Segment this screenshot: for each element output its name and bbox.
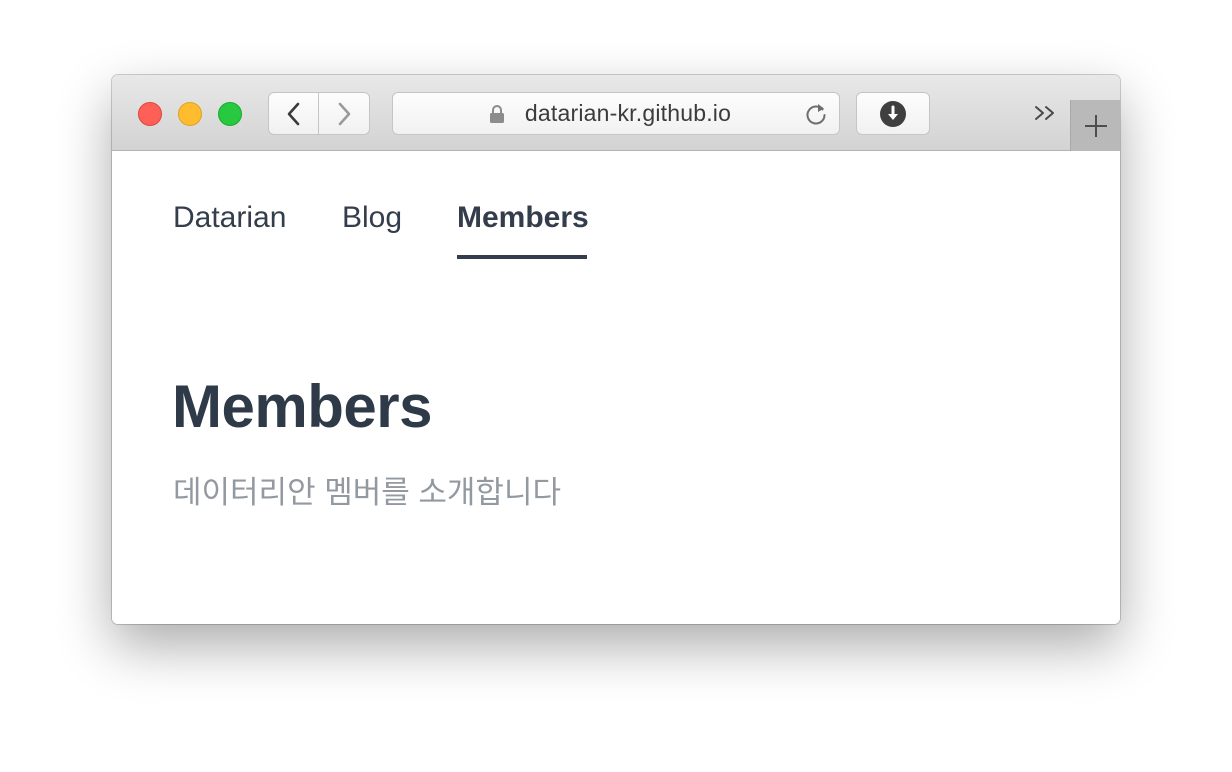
close-window-button[interactable] <box>138 102 162 126</box>
new-tab-button[interactable] <box>1070 100 1120 151</box>
address-bar[interactable]: datarian-kr.github.io <box>392 92 840 135</box>
maximize-window-button[interactable] <box>218 102 242 126</box>
chevron-right-icon <box>338 102 351 125</box>
nav-link-members[interactable]: Members <box>457 203 589 233</box>
chevron-left-icon <box>287 102 299 125</box>
browser-toolbar: datarian-kr.github.io <box>112 75 1120 151</box>
nav-link-datarian[interactable]: Datarian <box>173 203 286 233</box>
plus-icon <box>1084 114 1107 137</box>
chevron-double-right-icon[interactable] <box>1033 103 1059 123</box>
lock-icon <box>490 105 504 123</box>
nav-link-blog[interactable]: Blog <box>342 203 402 233</box>
forward-button[interactable] <box>319 92 370 135</box>
browser-window: datarian-kr.github.io Datarian Blog Memb… <box>112 75 1120 624</box>
page-title: Members <box>172 373 432 440</box>
download-button[interactable] <box>856 92 930 135</box>
reload-icon[interactable] <box>803 101 829 127</box>
page-content: Datarian Blog Members Members <box>112 151 1120 624</box>
page-subtitle: 데이터리안 멤버를 소개합니다 <box>173 475 561 510</box>
active-nav-indicator <box>457 255 587 259</box>
url-text: datarian-kr.github.io <box>524 100 732 126</box>
back-button[interactable] <box>268 92 319 135</box>
minimize-window-button[interactable] <box>178 102 202 126</box>
download-icon <box>880 100 906 127</box>
